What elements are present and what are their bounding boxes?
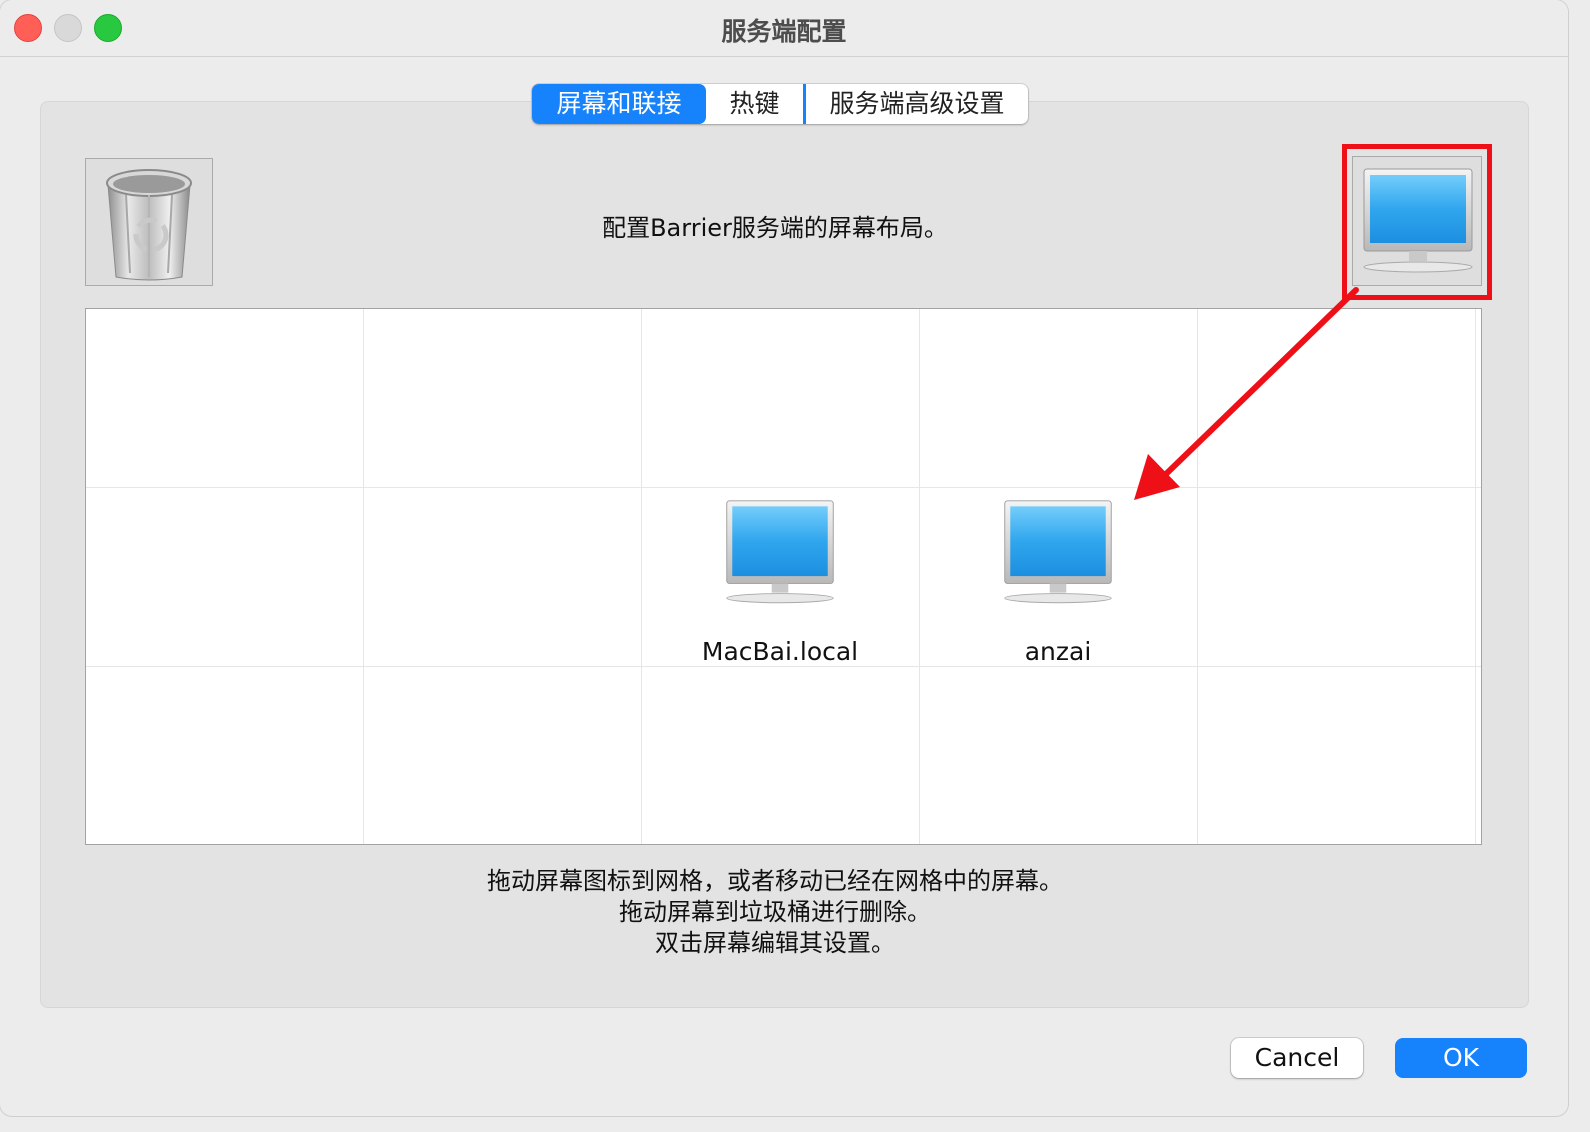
help-line: 拖动屏幕图标到网格，或者移动已经在网格中的屏幕。: [487, 867, 1063, 895]
help-line: 拖动屏幕到垃圾桶进行删除。: [619, 898, 931, 926]
help-line: 双击屏幕编辑其设置。: [655, 929, 895, 957]
help-text: 拖动屏幕图标到网格，或者移动已经在网格中的屏幕。 拖动屏幕到垃圾桶进行删除。 双…: [200, 866, 1350, 959]
server-config-window: 服务端配置 屏幕和联接 热键 服务端高级设置 配置Barrier服务端的屏幕布局…: [0, 0, 1568, 1116]
ok-button[interactable]: OK: [1395, 1038, 1527, 1078]
cancel-button[interactable]: Cancel: [1231, 1038, 1363, 1078]
